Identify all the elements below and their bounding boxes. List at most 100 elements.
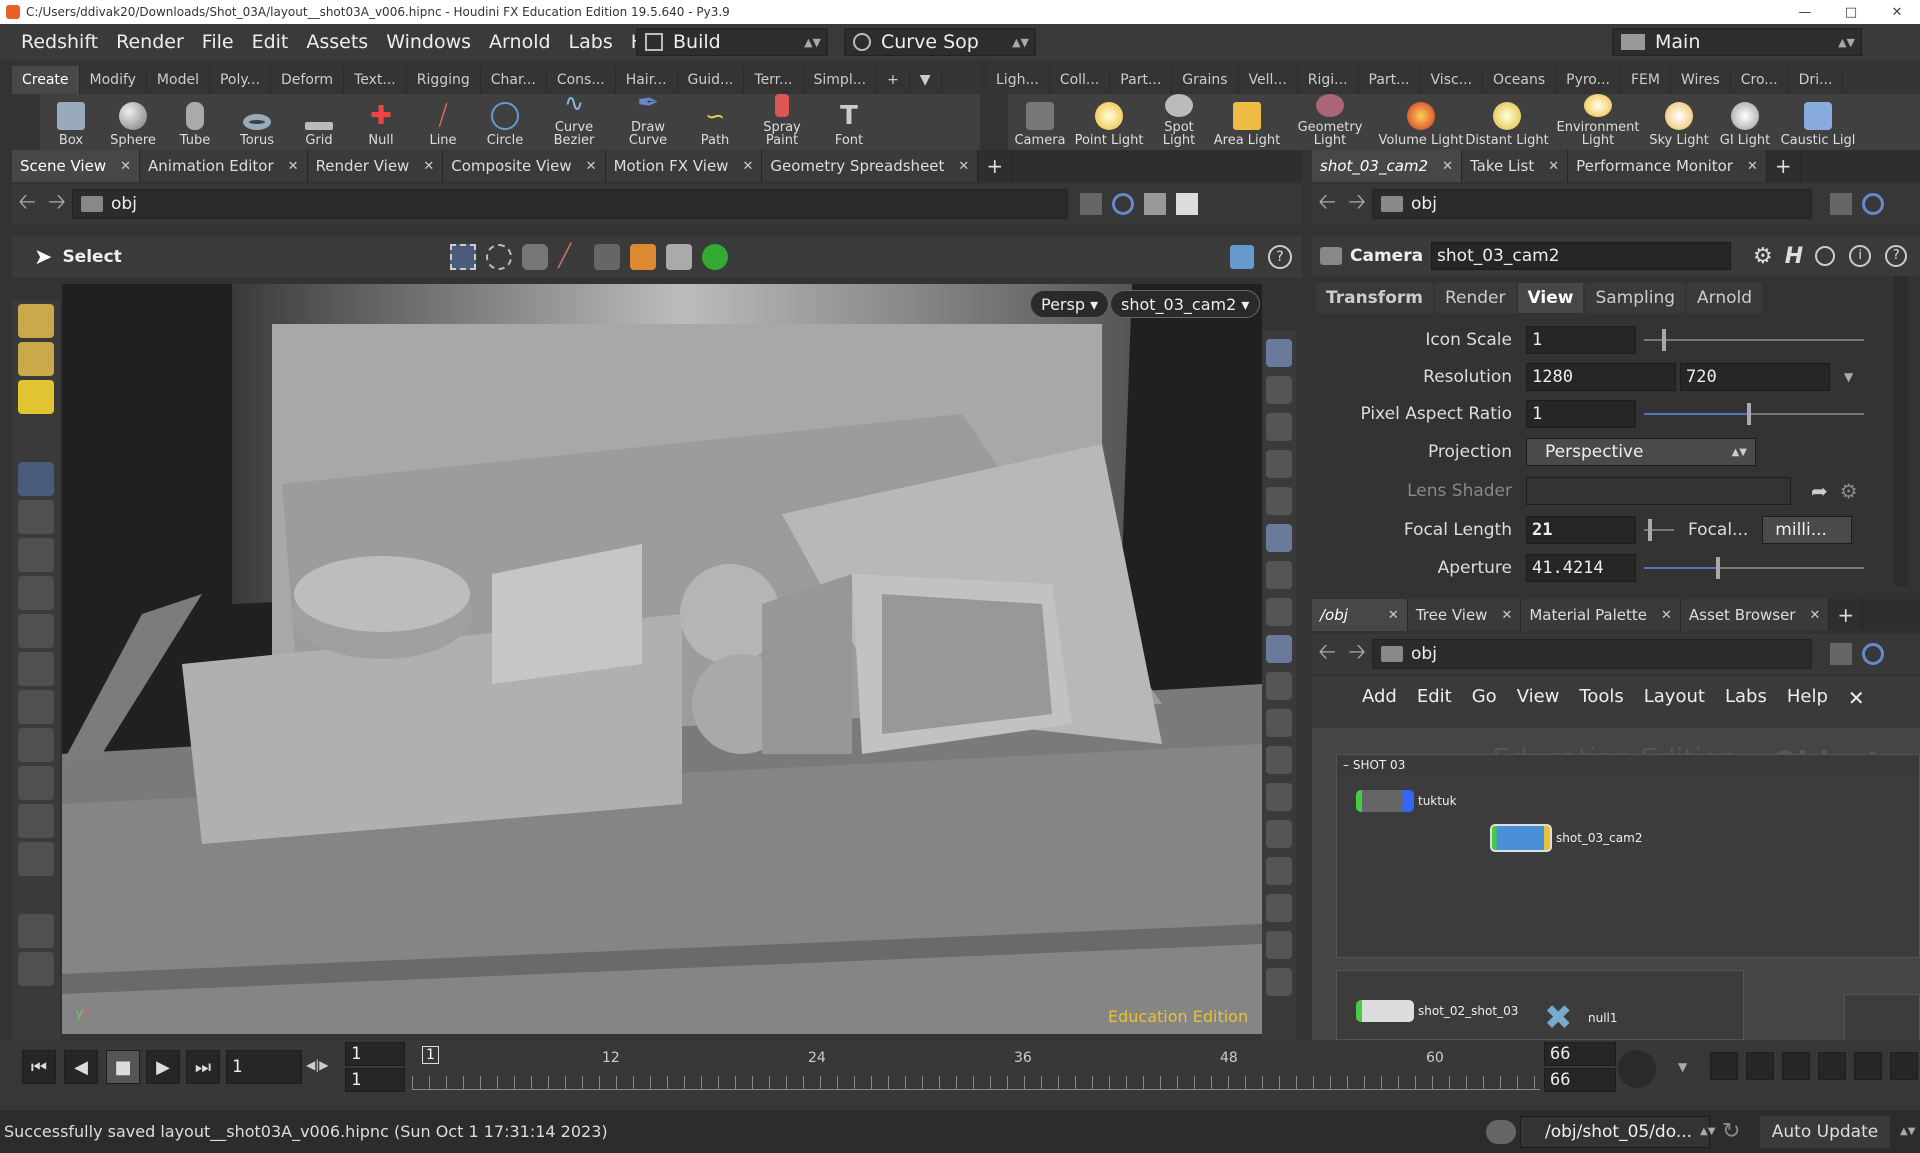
- tab-arnold[interactable]: Arnold: [1687, 283, 1763, 313]
- shelf-tab-model[interactable]: Model: [147, 66, 210, 94]
- shelf-tab-terr[interactable]: Terr...: [744, 66, 804, 94]
- link-icon[interactable]: [1112, 193, 1134, 215]
- shelf-tab-coll[interactable]: Coll...: [1050, 66, 1111, 94]
- flipbook-icon[interactable]: [1266, 672, 1292, 700]
- shelf-tab-dri[interactable]: Dri...: [1789, 66, 1844, 94]
- back-arrow-icon[interactable]: 🡠: [12, 185, 42, 223]
- resolution-y-field[interactable]: 720: [1680, 363, 1830, 391]
- shelf-tab-rigging[interactable]: Rigging: [407, 66, 481, 94]
- close-tab-icon[interactable]: ✕: [288, 159, 299, 174]
- poly-tool-icon[interactable]: [18, 304, 54, 338]
- camera-menu[interactable]: shot_03_cam2 ▾: [1110, 290, 1261, 318]
- current-frame-field[interactable]: 1: [226, 1050, 302, 1084]
- key-icon[interactable]: [1618, 1050, 1656, 1088]
- key-menu-icon[interactable]: ▼: [1678, 1060, 1687, 1074]
- step-frame-icon[interactable]: ◀|▶: [306, 1058, 329, 1072]
- net-menu-edit[interactable]: Edit: [1407, 686, 1462, 710]
- brush-icon[interactable]: [1266, 783, 1292, 811]
- tab-tree-view[interactable]: Tree View ✕: [1407, 599, 1522, 631]
- node-chooser-icon[interactable]: ⚙: [1840, 479, 1858, 503]
- tool-draw-curve[interactable]: ✒ Draw Curve: [612, 89, 684, 150]
- select-groups-icon[interactable]: [666, 244, 692, 270]
- shelf-tab-pyro[interactable]: Pyro...: [1556, 66, 1621, 94]
- menu-assets[interactable]: Assets: [297, 31, 377, 53]
- laser-select-icon[interactable]: ╱: [558, 244, 584, 270]
- path-menu-icon[interactable]: ▲▼: [1700, 1126, 1715, 1137]
- network-editor[interactable]: Education Edition Objects – SHOT 03 tukt…: [1312, 728, 1920, 1040]
- close-tab-icon[interactable]: ✕: [586, 159, 597, 174]
- tab-asset-browser[interactable]: Asset Browser ✕: [1680, 599, 1830, 631]
- net-menu-help[interactable]: Help: [1777, 686, 1838, 710]
- node-shot-02-shot-03[interactable]: shot_02_shot_03: [1356, 1000, 1518, 1022]
- tool-distant-light[interactable]: Distant Light: [1464, 94, 1550, 150]
- auto-update-menu[interactable]: Auto Update: [1760, 1115, 1890, 1148]
- menu-edit[interactable]: Edit: [243, 31, 298, 53]
- close-tab-icon[interactable]: ✕: [1501, 608, 1512, 623]
- gear-icon[interactable]: ⚙: [1753, 244, 1773, 269]
- render-region-icon[interactable]: [18, 952, 54, 986]
- tool-null[interactable]: ✚ Null: [350, 94, 412, 150]
- tool-curve-bezier[interactable]: ∿ Curve Bezier: [536, 89, 612, 150]
- stack-tool-icon[interactable]: [18, 914, 54, 948]
- add-tab-icon[interactable]: +: [1767, 150, 1801, 182]
- node-shot-03-cam2[interactable]: shot_03_cam2: [1490, 824, 1642, 852]
- tool-geometry-light[interactable]: Geometry Light: [1282, 94, 1378, 150]
- light-bulb-icon[interactable]: [1266, 524, 1292, 552]
- maximize-button[interactable]: □: [1828, 0, 1874, 24]
- shelf-tab-deform[interactable]: Deform: [271, 66, 345, 94]
- edit-tool-icon[interactable]: [18, 342, 54, 376]
- resolution-x-field[interactable]: 1280: [1526, 363, 1676, 391]
- net-menu-view[interactable]: View: [1507, 686, 1570, 710]
- close-tab-icon[interactable]: ✕: [1442, 159, 1453, 174]
- tab-performance-monitor[interactable]: Performance Monitor ✕: [1568, 150, 1767, 182]
- select-tool-icon[interactable]: [594, 244, 620, 270]
- link-icon[interactable]: [1862, 643, 1884, 665]
- tool-font[interactable]: T Font: [818, 94, 880, 150]
- shelf-tab-char[interactable]: Char...: [481, 66, 547, 94]
- shelf-tab-rigi[interactable]: Rigi...: [1298, 66, 1359, 94]
- focal-length-field[interactable]: 21: [1526, 516, 1636, 544]
- camera-frame-icon[interactable]: [1266, 376, 1292, 404]
- jump-start-icon[interactable]: ⏮: [22, 1050, 56, 1084]
- tab-sampling[interactable]: Sampling: [1585, 283, 1686, 313]
- tool-caustic-light[interactable]: Caustic Ligl: [1778, 94, 1858, 150]
- tab-network-obj[interactable]: /obj ✕: [1312, 599, 1408, 631]
- forward-arrow-icon[interactable]: 🡢: [42, 185, 72, 223]
- magnet-tool-3-icon[interactable]: [18, 804, 54, 838]
- tool-torus[interactable]: Torus: [226, 94, 288, 150]
- projection-menu[interactable]: Perspective ▲▼: [1526, 438, 1756, 466]
- pixel-aspect-field[interactable]: 1: [1526, 400, 1636, 428]
- shelf-tab-cro[interactable]: Cro...: [1731, 66, 1789, 94]
- tab-animation-editor[interactable]: Animation Editor ✕: [140, 150, 308, 182]
- close-tab-icon[interactable]: ✕: [1809, 608, 1820, 623]
- sculpt-tool-icon[interactable]: [18, 380, 54, 414]
- magnet-tool-icon[interactable]: [18, 728, 54, 762]
- tab-motion-fx-view[interactable]: Motion FX View ✕: [605, 150, 763, 182]
- start-frame-field[interactable]: 1: [345, 1042, 405, 1066]
- shelf-tab-grains[interactable]: Grains: [1172, 66, 1239, 94]
- tab-parameters[interactable]: shot_03_cam2 ✕: [1312, 150, 1462, 182]
- flag-icon[interactable]: [1266, 894, 1292, 922]
- back-arrow-icon[interactable]: 🡠: [1312, 185, 1342, 223]
- tab-view[interactable]: View: [1517, 283, 1584, 313]
- tab-render-view[interactable]: Render View ✕: [307, 150, 444, 182]
- pen-icon[interactable]: [1266, 820, 1292, 848]
- select-tool-icon[interactable]: [18, 462, 54, 496]
- tab-geometry-spreadsheet[interactable]: Geometry Spreadsheet ✕: [762, 150, 979, 182]
- pin-icon[interactable]: [1080, 193, 1102, 215]
- tab-composite-view[interactable]: Composite View ✕: [443, 150, 606, 182]
- tool-sphere[interactable]: Sphere: [102, 94, 164, 150]
- background-icon[interactable]: [1176, 193, 1198, 215]
- node-null1[interactable]: ✖ null1: [1544, 998, 1618, 1038]
- path-field[interactable]: obj: [72, 189, 1068, 219]
- shelf-tab-create[interactable]: Create: [12, 66, 80, 94]
- tab-render[interactable]: Render: [1434, 283, 1516, 313]
- back-arrow-icon[interactable]: 🡠: [1312, 635, 1342, 673]
- node-tuktuk[interactable]: tuktuk: [1356, 790, 1457, 812]
- box-select-icon[interactable]: [450, 244, 476, 270]
- scope-icon[interactable]: [1890, 1052, 1918, 1080]
- refresh-icon[interactable]: ↻: [1722, 1119, 1740, 1144]
- sop-combo[interactable]: Curve Sop ▲▼: [844, 28, 1036, 56]
- network-box-collapsed[interactable]: [1844, 994, 1920, 1040]
- lock-tool-icon[interactable]: [18, 500, 54, 534]
